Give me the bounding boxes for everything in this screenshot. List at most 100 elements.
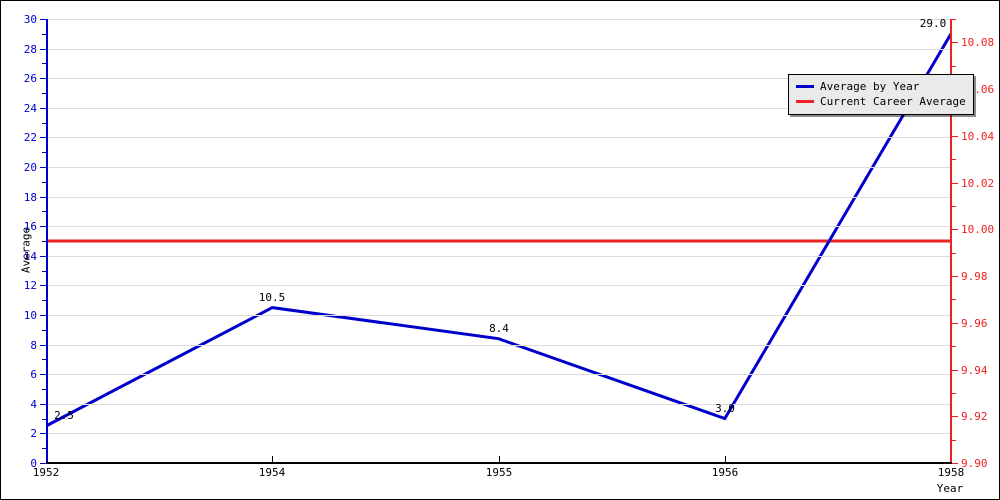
y-axis-left-minor-tick <box>42 359 46 360</box>
gridline <box>46 167 951 168</box>
y-axis-left-tick-label: 28 <box>23 43 37 56</box>
y-axis-right-tick <box>952 276 958 277</box>
gridline <box>46 374 951 375</box>
y-axis-right-minor-tick <box>952 440 956 441</box>
x-axis-tick-label: 1954 <box>258 466 286 479</box>
y-axis-left-minor-tick <box>42 300 46 301</box>
gridline <box>46 256 951 257</box>
y-axis-right-tick-label: 9.98 <box>961 270 988 283</box>
gridline <box>46 345 951 346</box>
legend-item-average-by-year[interactable]: Average by Year <box>796 79 966 94</box>
legend-item-current-career-average[interactable]: Current Career Average <box>796 94 966 109</box>
y-axis-right-tick <box>952 416 958 417</box>
y-axis-left-tick-label: 6 <box>30 368 37 381</box>
y-axis-left-tick-label: 26 <box>23 72 37 85</box>
y-axis-right-tick-label: 9.96 <box>961 317 988 330</box>
y-axis-left-minor-tick <box>42 241 46 242</box>
y-axis-left-tick-label: 20 <box>23 161 37 174</box>
legend-label-average-by-year: Average by Year <box>820 80 920 93</box>
y-axis-left-tick-label: 10 <box>23 309 37 322</box>
data-point-label: 8.4 <box>489 322 509 335</box>
y-axis-right-tick <box>952 229 958 230</box>
y-axis-right-tick <box>952 136 958 137</box>
legend-label-current-career-average: Current Career Average <box>820 95 966 108</box>
line-chart: 0 2 4 6 8 10 12 14 16 18 20 22 24 26 28 30 9.90 9.92 9.94… <box>0 0 1000 500</box>
gridline <box>46 285 951 286</box>
gridline <box>46 49 951 50</box>
y-axis-left-minor-tick <box>42 419 46 420</box>
gridline <box>46 433 951 434</box>
y-axis-right-tick-label: 9.90 <box>961 457 988 470</box>
y-axis-right-tick-label: 10.00 <box>961 223 995 236</box>
y-axis-right-minor-tick <box>952 159 956 160</box>
y-axis-right-tick <box>952 42 958 43</box>
gridline <box>46 226 951 227</box>
y-axis-left-tick-label: 24 <box>23 102 37 115</box>
y-axis-left-tick <box>40 285 46 286</box>
y-axis-right-minor-tick <box>952 206 956 207</box>
y-axis-right-minor-tick <box>952 19 956 20</box>
y-axis-left-tick <box>40 404 46 405</box>
gridline <box>46 137 951 138</box>
y-axis-left-tick <box>40 433 46 434</box>
legend-swatch-current-career-average <box>796 100 814 103</box>
y-axis-right-tick <box>952 183 958 184</box>
y-axis-left-minor-tick <box>42 152 46 153</box>
y-axis-left-minor-tick <box>42 389 46 390</box>
data-point-label: 2.5 <box>54 409 74 422</box>
y-axis-left-minor-tick <box>42 93 46 94</box>
y-axis-left-minor-tick <box>42 211 46 212</box>
y-axis-left-tick <box>40 49 46 50</box>
y-axis-right-tick <box>952 323 958 324</box>
y-axis-right-tick-label: 10.08 <box>961 36 995 49</box>
x-axis-tick <box>725 456 726 462</box>
y-axis-left-tick-label: 2 <box>30 427 37 440</box>
y-axis-left-tick-label: 12 <box>23 279 37 292</box>
y-axis-left-tick <box>40 226 46 227</box>
x-axis-tick <box>272 456 273 462</box>
y-axis-left-minor-tick <box>42 182 46 183</box>
y-axis-right-tick-label: 9.94 <box>961 364 988 377</box>
y-axis-left-tick <box>40 78 46 79</box>
y-axis-left-tick <box>40 167 46 168</box>
y-axis-left-line <box>46 19 48 463</box>
y-axis-right-tick-label: 10.02 <box>961 177 995 190</box>
y-axis-right-tick <box>952 463 958 464</box>
y-axis-left-tick-label: 8 <box>30 339 37 352</box>
y-axis-left-tick-label: 18 <box>23 191 37 204</box>
y-axis-left-tick <box>40 19 46 20</box>
x-axis-tick <box>499 456 500 462</box>
x-axis-tick-label: 1956 <box>711 466 739 479</box>
y-axis-left-tick <box>40 463 46 464</box>
y-axis-left-tick-label: 22 <box>23 131 37 144</box>
legend[interactable]: Average by Year Current Career Average <box>788 74 974 115</box>
y-axis-left-tick <box>40 345 46 346</box>
x-axis-line <box>46 462 952 464</box>
y-axis-left-tick <box>40 374 46 375</box>
y-axis-left-tick <box>40 256 46 257</box>
data-point-label: 3.0 <box>715 402 735 415</box>
y-axis-left-minor-tick <box>42 123 46 124</box>
y-axis-left-tick <box>40 197 46 198</box>
y-axis-left-minor-tick <box>42 271 46 272</box>
y-axis-right-tick <box>952 370 958 371</box>
gridline <box>46 404 951 405</box>
y-axis-left-tick <box>40 315 46 316</box>
y-axis-right-minor-tick <box>952 66 956 67</box>
x-axis-tick-label: 1955 <box>485 466 513 479</box>
y-axis-right-minor-tick <box>952 393 956 394</box>
gridline <box>46 19 951 20</box>
y-axis-left-tick <box>40 137 46 138</box>
data-point-label: 10.5 <box>258 291 286 304</box>
y-axis-title: Average <box>19 226 33 274</box>
data-point-label: 29.0 <box>919 17 947 30</box>
y-axis-left-minor-tick <box>42 63 46 64</box>
y-axis-left-minor-tick <box>42 330 46 331</box>
x-axis-tick-label: 1952 <box>32 466 60 479</box>
x-axis-title: Year <box>936 482 964 495</box>
y-axis-left-tick-label: 4 <box>30 398 37 411</box>
x-axis-tick-label: 1958 <box>937 466 965 479</box>
gridline <box>46 315 951 316</box>
y-axis-left-minor-tick <box>42 448 46 449</box>
y-axis-left-minor-tick <box>42 34 46 35</box>
